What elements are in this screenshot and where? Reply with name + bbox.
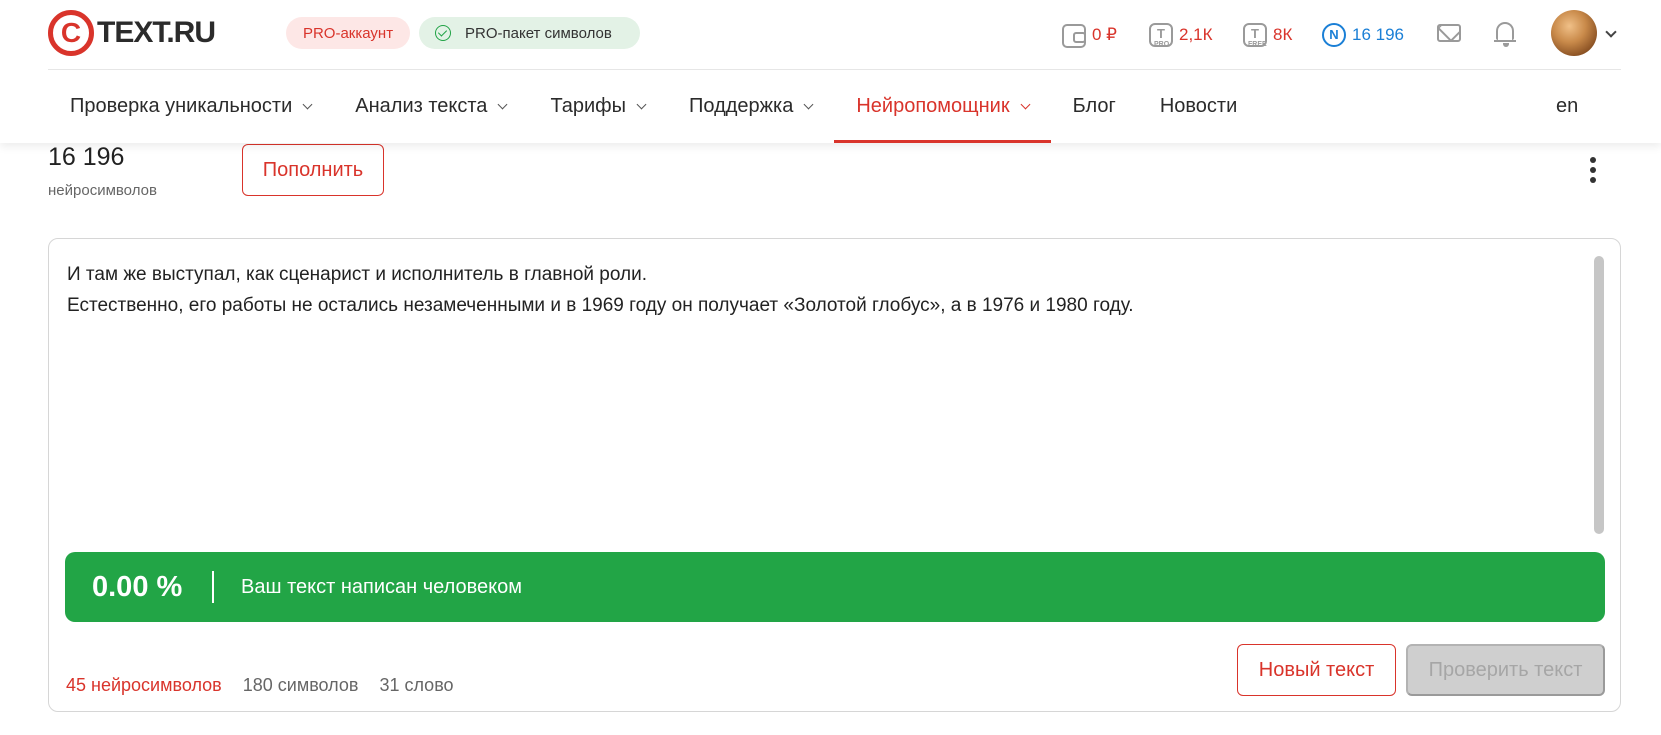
- nav-item-label: Тарифы: [550, 95, 627, 117]
- wallet-icon: [1062, 24, 1086, 48]
- pro-symbols-tag: PRO: [1154, 41, 1170, 48]
- neuro-balance-label: нейросимволов: [48, 182, 157, 199]
- neuro-symbols-value: 16 196: [1352, 25, 1404, 44]
- result-percent: 0.00 %: [92, 570, 183, 603]
- chevron-down-icon: [497, 99, 508, 109]
- more-options-icon[interactable]: [1590, 157, 1596, 183]
- chevron-down-icon: [1020, 99, 1031, 109]
- nav-item-text-analysis[interactable]: Анализ текста: [333, 70, 528, 143]
- pro-symbols-value: 2,1К: [1179, 25, 1213, 44]
- nav-item-news[interactable]: Новости: [1138, 70, 1259, 143]
- free-symbols-balance[interactable]: T FREE 8К: [1243, 20, 1292, 50]
- chevron-down-icon: [636, 99, 647, 109]
- nav-item-label: Блог: [1072, 95, 1116, 117]
- nav-item-uniqueness[interactable]: Проверка уникальности: [48, 70, 333, 143]
- free-symbols-tag: FREE: [1248, 41, 1267, 48]
- logo-symbol: C: [60, 17, 82, 48]
- text-line: И там же выступал, как сценарист и испол…: [67, 264, 648, 285]
- pro-account-badge[interactable]: PRO-аккаунт: [286, 17, 410, 49]
- chevron-down-icon[interactable]: [1605, 26, 1617, 38]
- language-switch[interactable]: en: [1556, 95, 1578, 118]
- bell-icon[interactable]: [1494, 22, 1516, 47]
- pro-symbols-balance[interactable]: T PRO 2,1К: [1149, 20, 1213, 50]
- topup-button[interactable]: Пополнить: [242, 144, 384, 196]
- free-symbols-value: 8К: [1273, 25, 1293, 44]
- avatar[interactable]: [1551, 10, 1597, 56]
- scrollbar[interactable]: [1594, 256, 1604, 534]
- nav-item-label: Проверка уникальности: [70, 95, 293, 117]
- nav-item-label: Новости: [1159, 95, 1238, 117]
- nav-item-neuro-assistant[interactable]: Нейропомощник: [834, 70, 1051, 143]
- char-count: 180 символов: [242, 675, 359, 695]
- text-counts: 45 нейросимволов 180 символов 31 слово: [66, 675, 475, 696]
- pro-symbols-icon: T PRO: [1149, 23, 1173, 48]
- nav-item-blog[interactable]: Блог: [1051, 70, 1138, 143]
- neuro-balance-value: 16 196: [48, 143, 125, 171]
- neuro-coin-icon: N: [1322, 23, 1346, 47]
- new-text-button[interactable]: Новый текст: [1237, 644, 1396, 696]
- result-divider: [212, 571, 214, 603]
- neuro-symbols-balance[interactable]: N 16 196: [1322, 20, 1404, 50]
- nav-item-label: Нейропомощник: [856, 95, 1010, 117]
- pro-pack-label: PRO-пакет символов: [465, 24, 612, 42]
- result-banner: 0.00 % Ваш текст написан человеком: [65, 552, 1605, 622]
- header: C TEXT.RU PRO-аккаунт PRO-пакет символов…: [0, 0, 1661, 143]
- wallet-balance[interactable]: 0 ₽: [1062, 20, 1117, 50]
- nav-item-support[interactable]: Поддержка: [667, 70, 834, 143]
- check-text-button[interactable]: Проверить текст: [1406, 644, 1605, 696]
- mail-icon[interactable]: [1437, 24, 1461, 42]
- neuro-symbol-count: 45 нейросимволов: [66, 675, 222, 695]
- check-circle-icon: [435, 25, 451, 41]
- nav-item-tariffs[interactable]: Тарифы: [528, 70, 667, 143]
- word-count: 31 слово: [379, 675, 454, 695]
- logo[interactable]: C TEXT.RU: [48, 10, 216, 56]
- main-nav: Проверка уникальности Анализ текста Тари…: [48, 70, 1259, 143]
- free-symbols-icon: T FREE: [1243, 23, 1267, 48]
- chevron-down-icon: [302, 99, 313, 109]
- editor-card: И там же выступал, как сценарист и испол…: [48, 238, 1621, 712]
- nav-item-label: Поддержка: [689, 95, 794, 117]
- result-message: Ваш текст написан человеком: [241, 575, 522, 598]
- wallet-value: 0 ₽: [1092, 25, 1117, 44]
- nav-item-label: Анализ текста: [355, 95, 488, 117]
- text-input[interactable]: И там же выступал, как сценарист и испол…: [67, 259, 1547, 529]
- text-line: Естественно, его работы не остались неза…: [67, 295, 1134, 316]
- copyright-icon: C: [48, 10, 94, 56]
- chevron-down-icon: [803, 99, 814, 109]
- logo-text: TEXT.RU: [97, 16, 216, 49]
- pro-pack-badge[interactable]: PRO-пакет символов: [419, 17, 640, 49]
